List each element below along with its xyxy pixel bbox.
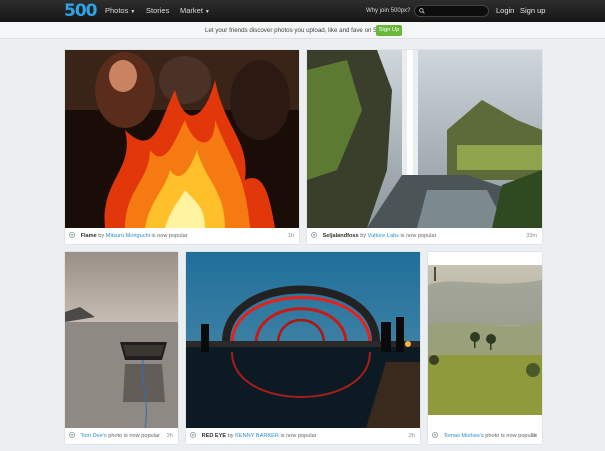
author-link[interactable]: Vulture Labs xyxy=(368,233,399,239)
photo-landscape[interactable] xyxy=(428,265,542,415)
signup-banner: Let your friends discover photos you upl… xyxy=(0,22,605,39)
caret-down-icon: ▼ xyxy=(130,9,136,15)
popular-icon xyxy=(69,432,75,438)
author-link[interactable]: KENNY BARKER xyxy=(235,433,279,439)
popular-icon xyxy=(311,232,317,238)
status-text: is now popular xyxy=(280,433,317,439)
login-link[interactable]: Login xyxy=(496,0,514,22)
photo-title[interactable]: Seljalandfoss xyxy=(323,233,359,239)
by-text: by xyxy=(360,233,367,239)
banner-text: Let your friends discover photos you upl… xyxy=(205,27,391,34)
photo-seljalandfoss[interactable] xyxy=(307,50,542,228)
status-text: is now popular xyxy=(400,233,437,239)
timestamp: 2h xyxy=(408,433,415,439)
popular-icon xyxy=(432,432,438,438)
timestamp: 2h xyxy=(530,433,537,439)
why-join-link[interactable]: Why join 500px? xyxy=(366,0,410,22)
photo-title[interactable]: RED EYE xyxy=(202,433,227,439)
photo-card: Flame by Mitsuru Moriguchi is now popula… xyxy=(65,50,299,244)
photo-boat[interactable] xyxy=(65,252,178,428)
nav-market[interactable]: Market ▼ xyxy=(180,0,210,23)
photo-caption: RED EYE by KENNY BARKER is now popular 2… xyxy=(190,428,415,444)
photo-flame[interactable] xyxy=(65,50,299,228)
banner-signup-button[interactable]: Sign Up xyxy=(376,25,402,36)
photo-caption: Tom Dee's photo is now popular 2h xyxy=(69,428,173,444)
nav-stories-label: Stories xyxy=(146,6,170,15)
photo-card: Tom Dee's photo is now popular 2h xyxy=(65,252,178,444)
photo-boat-image xyxy=(65,252,178,428)
photo-title[interactable]: Flame xyxy=(81,233,97,239)
by-text: by xyxy=(227,433,234,439)
author-link[interactable]: Mitsuru Moriguchi xyxy=(106,233,150,239)
photo-caption: Flame by Mitsuru Moriguchi is now popula… xyxy=(69,228,294,244)
logo[interactable]: 500 xyxy=(64,1,97,21)
photo-landscape-image xyxy=(428,265,542,415)
popular-icon xyxy=(190,432,196,438)
photo-caption: Seljalandfoss by Vulture Labs is now pop… xyxy=(311,228,537,244)
search-icon xyxy=(419,8,425,14)
status-text: photo is now popular xyxy=(485,433,537,439)
status-text: photo is now popular xyxy=(108,433,160,439)
timestamp: 2h xyxy=(166,433,173,439)
by-text: by xyxy=(98,233,105,239)
timestamp: 33m xyxy=(526,233,537,239)
author-link[interactable]: Tom Dee's xyxy=(80,433,106,439)
photo-card: RED EYE by KENNY BARKER is now popular 2… xyxy=(186,252,420,444)
photo-seljalandfoss-image xyxy=(307,50,542,228)
signup-link[interactable]: Sign up xyxy=(520,0,545,22)
nav-market-label: Market xyxy=(180,6,203,15)
photo-flame-image xyxy=(65,50,299,228)
caret-down-icon: ▼ xyxy=(204,9,210,15)
status-text: is now popular xyxy=(151,233,188,239)
search-box[interactable] xyxy=(414,5,489,17)
top-navigation-bar: 500 Photos ▼ Stories Market ▼ Why join 500… xyxy=(0,0,605,22)
nav-photos-label: Photos xyxy=(105,6,129,15)
photo-red-eye-image xyxy=(186,252,420,428)
nav-stories[interactable]: Stories xyxy=(146,0,169,22)
photo-red-eye[interactable] xyxy=(186,252,420,428)
photo-card: Tomas Morkes's photo is now popular 2h xyxy=(428,252,542,444)
nav-photos[interactable]: Photos ▼ xyxy=(105,0,135,23)
photo-caption: Tomas Morkes's photo is now popular 2h xyxy=(432,428,537,444)
search-input[interactable] xyxy=(428,6,486,16)
popular-icon xyxy=(69,232,75,238)
timestamp: 1h xyxy=(287,233,294,239)
author-link[interactable]: Tomas Morkes's xyxy=(443,433,483,439)
photo-card: Seljalandfoss by Vulture Labs is now pop… xyxy=(307,50,542,244)
